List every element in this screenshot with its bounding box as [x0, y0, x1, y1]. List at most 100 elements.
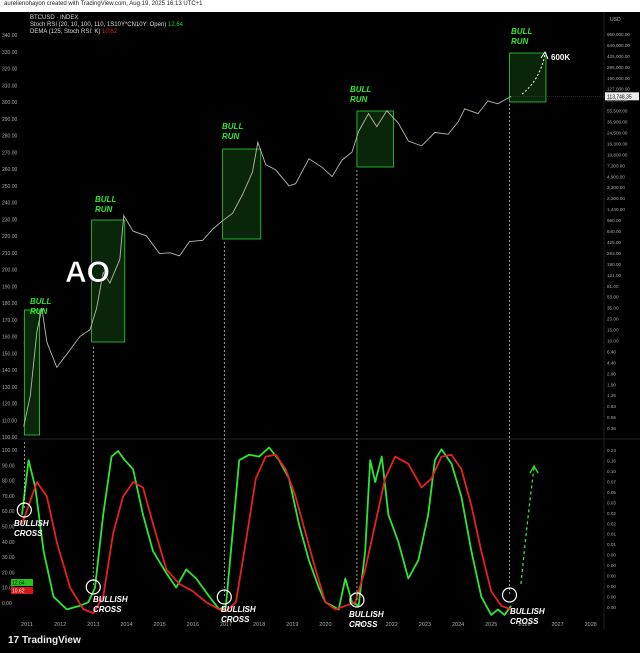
price-right-tick: 15.00: [607, 328, 619, 333]
osc-right-tick: 0.00: [607, 574, 616, 579]
osc-left-tick: 40.00: [2, 540, 15, 546]
price-left-tick: 320.00: [2, 67, 18, 73]
bullish-cross-label-line2: CROSS: [93, 605, 122, 614]
price-left-tick: 150.00: [2, 351, 18, 357]
bull-run-label-line2: RUN: [350, 95, 368, 104]
x-tick-label: 2019: [286, 622, 298, 628]
price-right-tick: 10.00: [607, 338, 619, 343]
osc-right-tick: 0.16: [607, 458, 616, 463]
x-tick-label: 2014: [120, 622, 132, 628]
x-tick-label: 2016: [187, 622, 199, 628]
osc-right-tick: 0.10: [607, 469, 616, 474]
price-right-tick: 24,500.00: [607, 131, 628, 136]
price-right-tick: 6.40: [607, 349, 616, 354]
price-right-tick: 285,000.00: [607, 65, 630, 70]
legend-indicator-value: 12.64: [167, 22, 183, 28]
price-right-tick: 4,900.00: [607, 174, 625, 179]
price-right-tick: 0.83: [607, 404, 616, 409]
price-right-tick: 16,300.00: [607, 141, 628, 146]
price-right-tick: 1.25: [607, 393, 616, 398]
tradingview-logo-icon: 17: [8, 635, 20, 646]
x-tick-label: 2025: [485, 622, 497, 628]
price-right-tick: 121.00: [607, 273, 621, 278]
price-right-tick: 960.00: [607, 218, 621, 223]
legend-symbol: BTCUSD · INDEX: [30, 15, 79, 21]
osc-left-tick: 0.00: [2, 601, 12, 607]
credit-text: aurelienohayon created with TradingView.…: [4, 1, 203, 7]
x-tick-label: 2012: [54, 622, 66, 628]
osc-right-tick: 0.00: [607, 584, 616, 589]
price-left-tick: 220.00: [2, 234, 18, 240]
price-right-tick: 283.00: [607, 251, 621, 256]
osc-right-tick: 0.03: [607, 500, 616, 505]
price-right-tick: 53.00: [607, 295, 619, 300]
badge-dema-value: 10.62: [12, 589, 25, 595]
x-tick-label: 2024: [452, 622, 464, 628]
price-left-tick: 140.00: [2, 368, 18, 374]
chart-canvas[interactable]: 113,748.35 BULLRUNBULLRUNBULLRUNBULLRUNB…: [0, 12, 640, 653]
price-right-tick: 7,200.00: [607, 163, 625, 168]
price-left-tick: 210.00: [2, 251, 18, 257]
badge-stoch-value: 12.64: [12, 581, 25, 587]
price-right-tick: 2.90: [607, 371, 616, 376]
price-right-tick: 10,800.00: [607, 152, 628, 157]
price-left-tick: 240.00: [2, 201, 18, 207]
osc-right-tick: 0.00: [607, 595, 616, 600]
footer-bar: 17 TradingView: [0, 630, 640, 653]
bullish-cross-label-line1: BULLISH: [349, 610, 384, 619]
osc-left-tick: 90.00: [2, 463, 15, 469]
x-tick-label: 2021: [352, 622, 364, 628]
x-tick-label: 2028: [585, 622, 597, 628]
top-credit-bar: aurelienohayon created with TradingView.…: [0, 0, 640, 12]
legend-dema-label: DEMA (125, Stoch RSI: K): [30, 29, 101, 35]
bullish-cross-label-line1: BULLISH: [93, 595, 128, 604]
target-600k-label: 600K: [551, 53, 570, 62]
osc-right-tick: 0.00: [607, 553, 616, 558]
osc-left-tick: 30.00: [2, 555, 15, 561]
price-right-tick: 23.00: [607, 317, 619, 322]
osc-right-tick: 0.07: [607, 479, 616, 484]
bullish-cross-label-line1: BULLISH: [510, 607, 545, 616]
osc-right-tick: 0.00: [607, 563, 616, 568]
x-tick-label: 2015: [153, 622, 165, 628]
osc-right-tick: 0.02: [607, 521, 616, 526]
bull-run-label-line1: BULL: [511, 27, 532, 36]
bull-run-zone: [356, 110, 394, 168]
projection-arrow-osc: [520, 467, 535, 585]
price-right-tick: 1.90: [607, 382, 616, 387]
osc-right-tick: 0.23: [607, 448, 616, 453]
price-right-tick: 3,300.00: [607, 185, 625, 190]
price-right-tick: 640.00: [607, 229, 621, 234]
price-right-tick: 35.00: [607, 306, 619, 311]
legend-dema: DEMA (125, Stoch RSI: K) 10.62: [30, 29, 117, 35]
price-left-tick: 200.00: [2, 268, 18, 274]
bullish-cross-label-line2: CROSS: [14, 529, 43, 538]
osc-left-tick: 100.00: [2, 448, 18, 454]
price-right-tick: 425,000.00: [607, 54, 630, 59]
price-right-tick: 0.55: [607, 415, 616, 420]
osc-left-tick: 80.00: [2, 479, 15, 485]
price-left-tick: 330.00: [2, 50, 18, 56]
osc-left-tick: 70.00: [2, 494, 15, 500]
price-left-tick: 170.00: [2, 318, 18, 324]
osc-left-tick: 20.00: [2, 570, 15, 576]
tradingview-brand[interactable]: TradingView: [22, 635, 81, 646]
osc-left-tick: 60.00: [2, 509, 15, 515]
bull-run-label-line1: BULL: [30, 297, 51, 306]
bull-run-label-line2: RUN: [95, 205, 113, 214]
x-tick-label: 2017: [220, 622, 232, 628]
price-right-tick: 127,000.00: [607, 87, 630, 92]
bull-run-label-line2: RUN: [222, 132, 240, 141]
osc-right-tick: 0.00: [607, 605, 616, 610]
bull-run-zone: [509, 52, 547, 103]
price-left-tick: 110.00: [2, 418, 17, 424]
currency-label: USD: [610, 17, 621, 23]
osc-right-tick: 0.02: [607, 511, 616, 516]
price-left-tick: 270.00: [2, 150, 18, 156]
x-tick-label: 2022: [386, 622, 398, 628]
price-left-tick: 230.00: [2, 217, 18, 223]
bull-run-zone: [222, 148, 262, 240]
bull-run-label-line1: BULL: [95, 195, 116, 204]
x-tick-label: 2027: [551, 622, 563, 628]
osc-left-tick: 50.00: [2, 525, 15, 531]
